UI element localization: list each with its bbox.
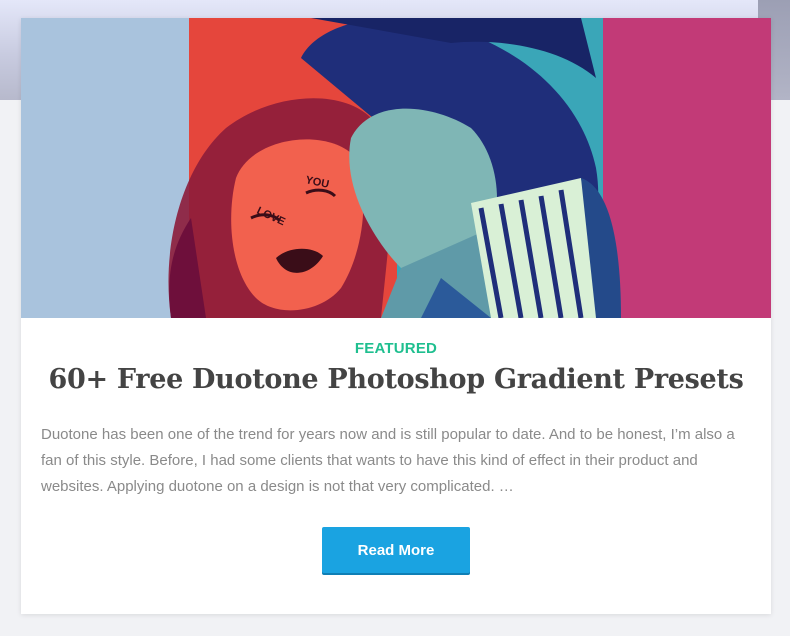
post-excerpt: Duotone has been one of the trend for ye… bbox=[41, 426, 735, 495]
post-featured-image[interactable]: LOVE YOU bbox=[21, 18, 771, 318]
post-category-label[interactable]: FEATURED bbox=[21, 340, 771, 357]
post-card: LOVE YOU FEATURED 60+ Free Duotone Photo… bbox=[21, 18, 771, 614]
duotone-couple-photo: LOVE YOU bbox=[21, 18, 771, 318]
panel-light-blue bbox=[21, 18, 189, 318]
read-more-button[interactable]: Read More bbox=[322, 527, 470, 573]
panel-magenta bbox=[603, 18, 771, 318]
post-title[interactable]: 60+ Free Duotone Photoshop Gradient Pres… bbox=[21, 364, 771, 395]
